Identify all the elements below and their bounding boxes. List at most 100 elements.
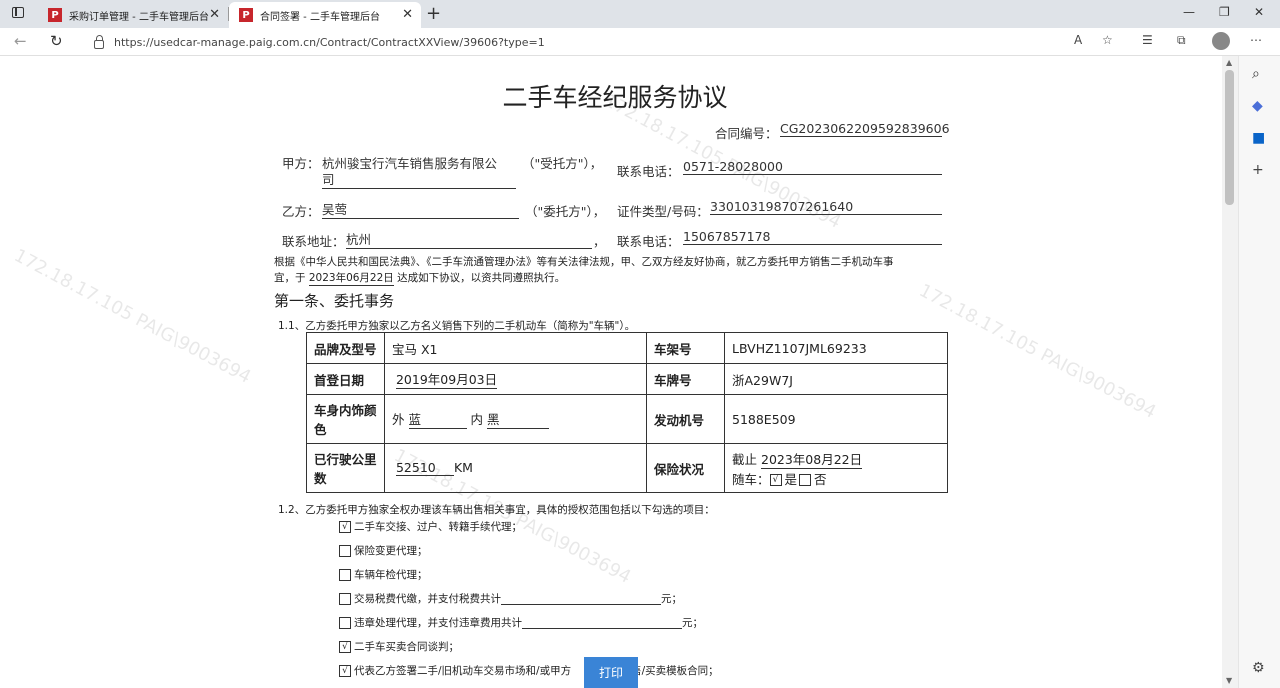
option-item: √ 二手车买卖合同谈判；: [339, 639, 459, 654]
party-b-id-label: 证件类型/号码：: [617, 204, 709, 219]
option-suffix: 元；: [682, 617, 703, 629]
close-tab-icon[interactable]: ✕: [209, 7, 220, 22]
preamble-line2: 宜，于 2023年06月22日 达成如下协议，以资共同遵照执行。: [274, 270, 565, 286]
mileage-label: 已行驶公里数: [306, 443, 385, 493]
no-checkbox[interactable]: [799, 474, 812, 486]
no-label: 否: [814, 471, 827, 487]
option-checkbox[interactable]: [339, 568, 351, 581]
preamble-line1: 根据《中华人民共和国民法典》、《二手车流通管理办法》等有关法律法规，甲、乙双方经…: [274, 256, 894, 268]
back-icon[interactable]: ←: [14, 32, 27, 50]
read-aloud-icon[interactable]: A: [1074, 33, 1082, 47]
address-label: 联系地址：: [282, 234, 345, 249]
window-close-icon[interactable]: ✕: [1254, 5, 1264, 19]
restore-icon[interactable]: ❐: [1219, 5, 1230, 19]
violation-amount-field: [522, 617, 682, 629]
page-title: 二手车经纪服务协议: [502, 83, 728, 112]
insurance-until-row: 截止 2023年08月22日: [732, 449, 940, 469]
party-a-name-line2: 司: [322, 169, 516, 189]
table-row: 车身内饰颜色 外 蓝 内 黑 发动机号 5188E509: [306, 394, 948, 444]
party-b-phone: 15067857178: [683, 229, 942, 245]
exterior-color: 蓝: [408, 409, 467, 429]
tab-contract-sign[interactable]: P 合同签署 - 二手车管理后台 ✕: [229, 2, 421, 28]
tab-title: 采购订单管理 - 二手车管理后台: [69, 11, 209, 23]
section-heading: 第一条、委托事务: [274, 292, 395, 310]
more-icon[interactable]: ⋯: [1250, 33, 1262, 47]
party-a-phone: 0571-28028000: [683, 159, 942, 175]
party-b-name: 吴莺: [322, 199, 519, 219]
collections-icon[interactable]: ⧉: [1177, 33, 1186, 48]
party-b-id: 330103198707261640: [710, 199, 942, 215]
page-scrollbar[interactable]: ▲ ▼: [1222, 56, 1238, 688]
tab-actions-icon[interactable]: [12, 7, 24, 18]
table-row: 品牌及型号 宝马 X1 车架号 LBVHZ1107JML69233: [306, 332, 948, 364]
option-item: √ 二手车交接、过户、转籍手续代理；: [339, 519, 522, 534]
profile-avatar[interactable]: [1212, 32, 1230, 50]
copilot-icon[interactable]: ◆: [1252, 98, 1263, 114]
favorite-add-icon[interactable]: ☆: [1102, 33, 1113, 47]
mileage-label-line1: 已行驶公里: [314, 452, 377, 467]
option-checkbox[interactable]: [339, 592, 351, 605]
option-checkbox[interactable]: [339, 544, 351, 557]
option-checkbox[interactable]: √: [339, 640, 351, 653]
lock-icon: [94, 34, 104, 49]
minimize-icon[interactable]: —: [1183, 5, 1195, 19]
insurance-cell: 截止 2023年08月22日 随车： √ 是否: [724, 443, 948, 493]
settings-gear-icon[interactable]: ⚙: [1252, 660, 1265, 676]
favorites-icon[interactable]: ☰: [1142, 33, 1153, 47]
refresh-icon[interactable]: ↻: [50, 32, 63, 50]
party-b-address: 杭州: [346, 229, 592, 249]
party-a-label: 甲方：: [282, 156, 320, 171]
option-checkbox[interactable]: √: [339, 520, 351, 533]
outlook-icon[interactable]: ■: [1252, 130, 1265, 146]
url-field[interactable]: https://usedcar-manage.paig.com.cn/Contr…: [86, 31, 1126, 53]
tab-purchase-orders[interactable]: P 采购订单管理 - 二手车管理后台 ✕: [38, 2, 228, 28]
insurance-with-row: 随车： √ 是否: [732, 469, 940, 488]
url-text: https://usedcar-manage.paig.com.cn/Contr…: [114, 35, 545, 49]
site-favicon-icon: P: [239, 8, 253, 22]
contract-no-value: CG2023062209592839606: [780, 121, 950, 137]
agreement-date: 2023年06月22日: [308, 272, 394, 286]
scroll-up-icon[interactable]: ▲: [1226, 58, 1232, 67]
option-label: 代表乙方签署二手/旧机动车交易市场和/或甲方: [354, 665, 572, 677]
mileage-cell: 52510 KM: [384, 443, 647, 493]
option-checkbox[interactable]: [339, 616, 351, 629]
vin-value: LBVHZ1107JML69233: [724, 332, 948, 364]
reg-date-label: 首登日期: [306, 363, 385, 395]
comma: ，: [593, 234, 606, 249]
new-tab-icon[interactable]: +: [426, 3, 441, 24]
watermark: 172.18.17.105 PAIG\9003694: [10, 245, 255, 388]
color-cell: 外 蓝 内 黑: [384, 394, 647, 444]
insurance-until-date: 2023年08月22日: [761, 449, 863, 469]
scroll-down-icon[interactable]: ▼: [1226, 676, 1232, 685]
reg-date-value: 2019年09月03日: [395, 369, 498, 389]
option-item: 车辆年检代理；: [339, 567, 428, 582]
site-favicon-icon: P: [48, 8, 62, 22]
interior-color: 黑: [486, 409, 549, 429]
option-label: 交易税费代缴，并支付税费共计: [354, 593, 501, 605]
option-checkbox[interactable]: √: [339, 664, 351, 677]
option-suffix: 售/买卖模板合同；: [631, 665, 719, 677]
engine-label: 发动机号: [646, 394, 725, 444]
browser-sidebar: ⌕ ◆ ■ + ⚙: [1238, 56, 1280, 688]
brand-value: 宝马 X1: [384, 332, 647, 364]
preamble-prefix: 宜，于: [274, 272, 306, 284]
add-sidebar-icon[interactable]: +: [1252, 162, 1264, 178]
party-a-phone-label: 联系电话：: [617, 164, 680, 179]
option-item: 交易税费代缴，并支付税费共计 元；: [339, 591, 682, 606]
option-item: 保险变更代理；: [339, 543, 428, 558]
insurance-until-label: 截止: [732, 451, 758, 467]
close-tab-icon[interactable]: ✕: [402, 7, 413, 22]
insurance-label: 保险状况: [646, 443, 725, 493]
search-icon[interactable]: ⌕: [1252, 66, 1260, 82]
print-button[interactable]: 打印: [584, 657, 638, 688]
tab-bar: P 采购订单管理 - 二手车管理后台 ✕ P 合同签署 - 二手车管理后台 ✕ …: [0, 0, 1280, 28]
party-b-label: 乙方：: [282, 204, 320, 219]
scroll-thumb[interactable]: [1225, 70, 1234, 205]
exterior-label: 外: [392, 412, 405, 427]
tax-amount-field: [501, 593, 661, 605]
option-item: 违章处理代理，并支付违章费用共计 元；: [339, 615, 703, 630]
color-label-line1: 车身内饰颜: [314, 403, 377, 418]
vin-label: 车架号: [646, 332, 725, 364]
yes-checkbox[interactable]: √: [769, 474, 782, 486]
page-viewport: 172.18.17.105 PAIG\9003694 172.18.17.105…: [0, 56, 1222, 688]
